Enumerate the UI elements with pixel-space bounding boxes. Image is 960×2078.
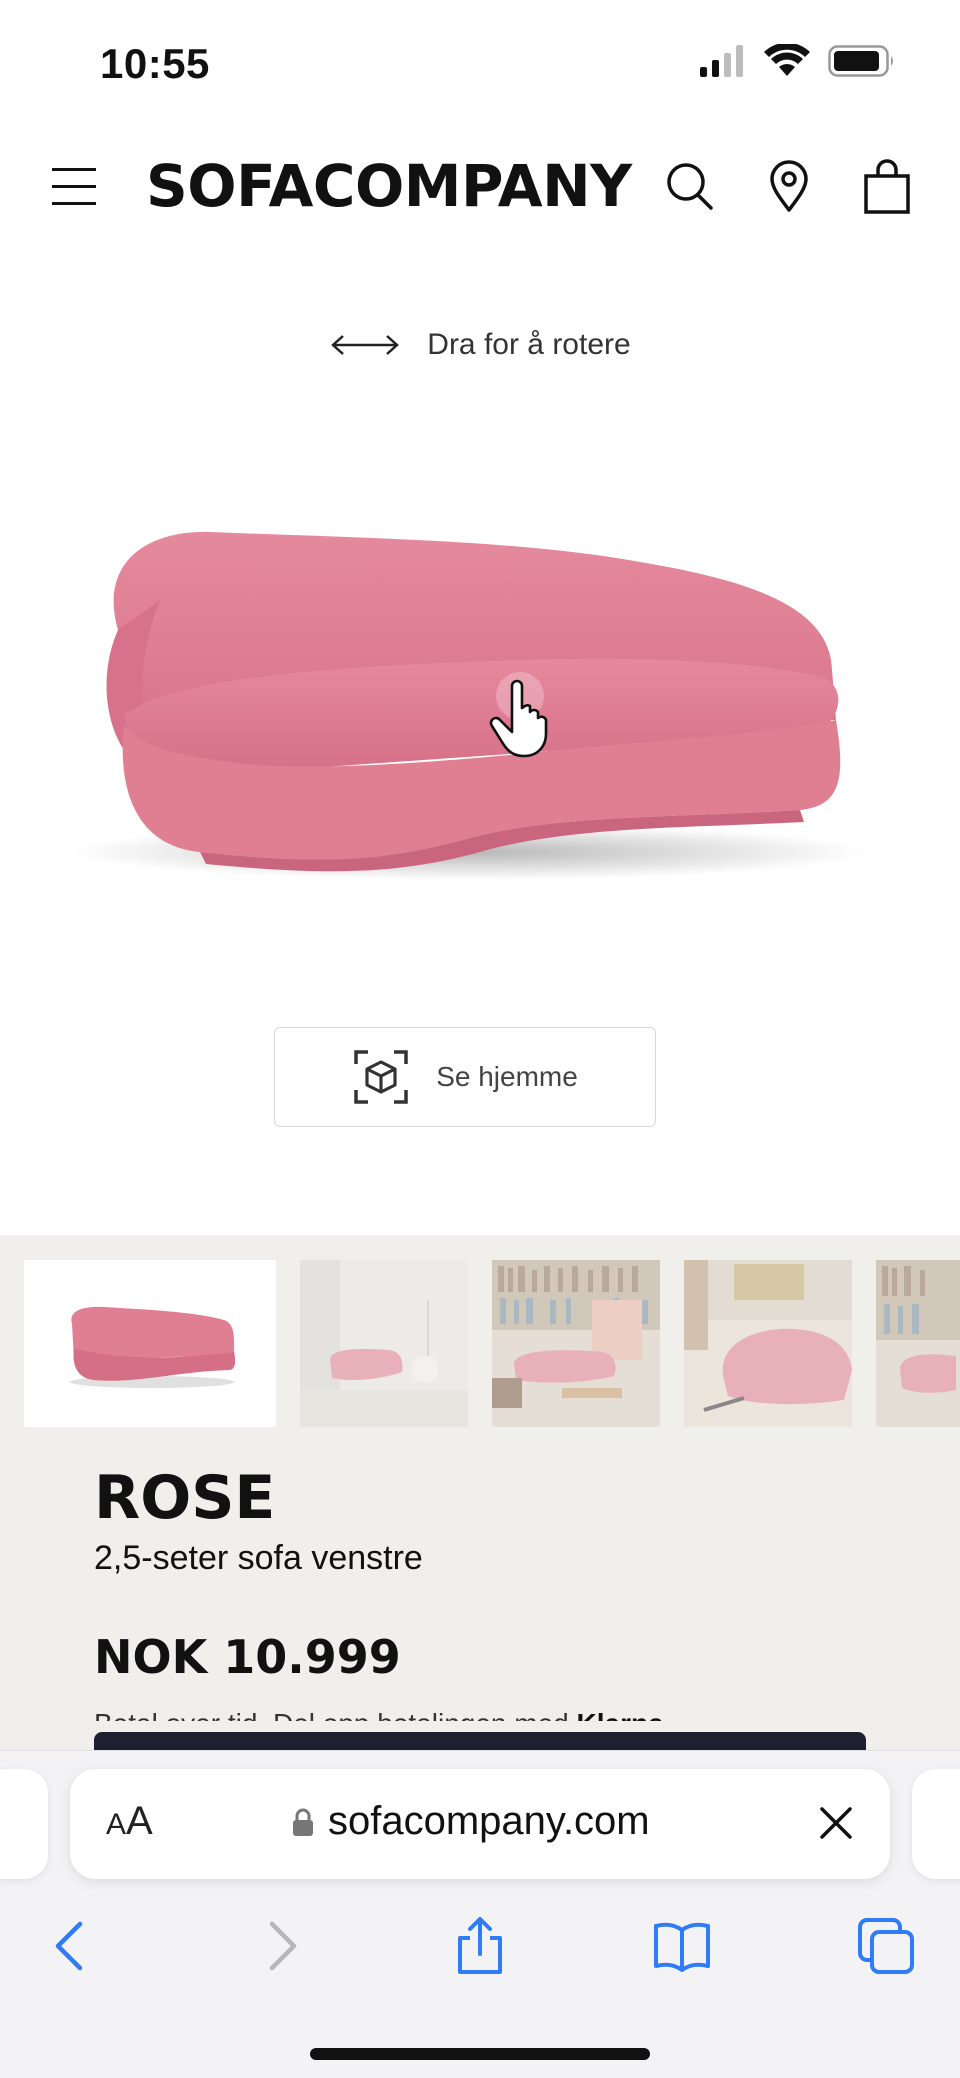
ar-cube-icon [354,1050,408,1104]
tabs-icon[interactable] [856,1916,916,1976]
site-logo[interactable]: SOFACOMPANY [146,152,632,220]
close-icon[interactable] [816,1803,856,1843]
product-section: ROSE 2,5-seter sofa venstre NOK 10.999 B… [0,1235,960,1750]
url-text: sofacompany.com [328,1799,650,1843]
next-tab[interactable] [912,1769,960,1879]
location-pin-icon[interactable] [762,158,816,214]
hamburger-menu-icon[interactable] [52,164,96,208]
product-name: ROSE [94,1463,276,1533]
payment-info: Betal over tid. Del opp betalingen med K… [94,1701,664,1721]
add-to-cart-button[interactable] [94,1732,866,1750]
wifi-icon [764,44,810,76]
klarna-link[interactable]: Klarna [577,1708,664,1721]
thumbnail-2[interactable] [300,1260,468,1427]
browser-toolbar: AA sofacompany.com [0,1750,960,2078]
bookmarks-icon[interactable] [652,1916,712,1976]
view-at-home-button[interactable]: Se hjemme [274,1027,656,1127]
thumbnail-strip[interactable] [24,1260,960,1427]
url-display[interactable]: sofacompany.com [292,1799,650,1844]
status-time: 10:55 [100,40,210,87]
thumbnail-3[interactable] [492,1260,660,1427]
address-bar[interactable]: AA sofacompany.com [70,1769,890,1879]
search-icon[interactable] [664,158,718,214]
status-icons [698,44,896,78]
share-icon[interactable] [450,1916,510,1976]
forward-icon[interactable] [250,1916,310,1976]
previous-tab[interactable] [0,1769,48,1879]
browser-nav [0,1906,960,1996]
view-at-home-label: Se hjemme [436,1061,578,1092]
product-3d-viewer[interactable] [0,480,960,940]
lock-icon [293,1808,313,1836]
reader-options-button[interactable]: AA [106,1799,153,1844]
site-header: SOFACOMPANY [0,140,960,232]
sofa-image [70,531,870,880]
payment-text: Betal over tid. Del opp betalingen med [94,1708,569,1721]
product-price: NOK 10.999 [94,1630,401,1684]
thumbnail-5[interactable] [876,1260,960,1427]
thumbnail-4[interactable] [684,1260,852,1427]
thumbnail-1[interactable] [24,1260,276,1427]
rotate-hint: Dra for å rotere [0,328,960,362]
product-subtitle: 2,5-seter sofa venstre [94,1539,423,1577]
back-icon[interactable] [42,1916,102,1976]
status-bar: 10:55 [0,0,960,120]
rotate-hint-text: Dra for å rotere [427,328,631,361]
cellular-signal-icon [700,45,743,77]
battery-icon [828,45,893,77]
shopping-bag-icon[interactable] [860,158,914,214]
home-indicator [310,2048,650,2060]
double-arrow-icon [331,335,400,355]
